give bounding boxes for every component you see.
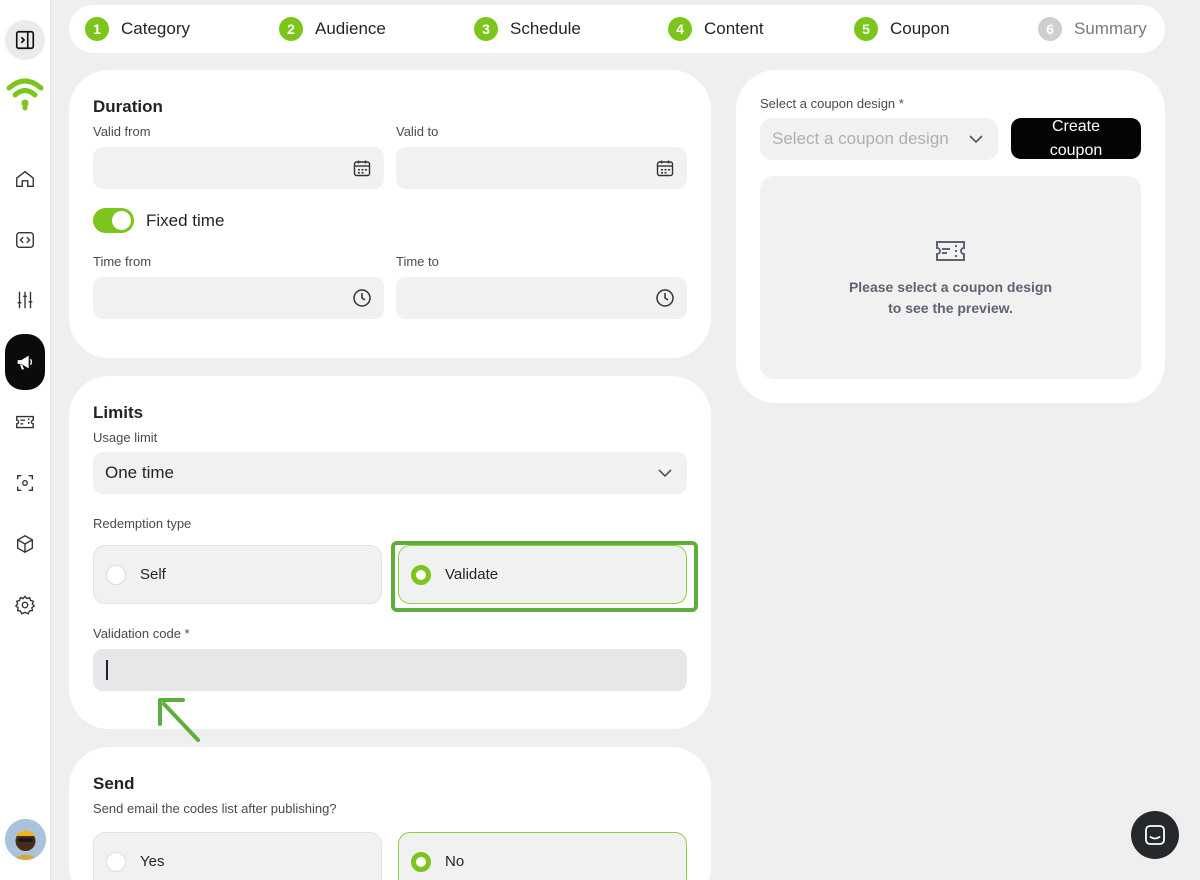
send-option-yes[interactable]: Yes — [93, 832, 382, 880]
step-number: 6 — [1038, 17, 1062, 41]
coupon-design-placeholder: Select a coupon design — [772, 129, 949, 148]
step-label: Summary — [1074, 19, 1147, 38]
time-to-input[interactable] — [396, 277, 687, 319]
coupon-design-select[interactable]: Select a coupon design — [760, 118, 998, 160]
nav-products[interactable] — [5, 524, 45, 564]
step-number: 4 — [668, 17, 692, 41]
radio-unselected[interactable] — [106, 564, 126, 585]
coupon-card: Select a coupon design * Select a coupon… — [736, 70, 1165, 403]
radio-selected[interactable] — [411, 564, 431, 585]
brand-logo[interactable] — [5, 72, 45, 112]
fixed-time-toggle[interactable] — [93, 208, 134, 233]
send-option-label: Yes — [140, 853, 165, 870]
step-audience[interactable]: 2 Audience — [279, 5, 386, 53]
sidebar-toggle-button[interactable] — [5, 20, 45, 60]
step-content[interactable]: 4 Content — [668, 5, 764, 53]
box-icon — [16, 534, 34, 554]
duration-title: Duration — [93, 97, 163, 116]
nav-scan[interactable] — [5, 463, 45, 503]
send-option-no[interactable]: No — [398, 832, 687, 880]
nav-coupons[interactable] — [5, 402, 45, 442]
limits-card: Limits Usage limit One time Redemption t… — [69, 376, 711, 729]
user-avatar[interactable] — [5, 819, 46, 860]
text-caret — [106, 660, 108, 680]
duration-card: Duration Valid from Valid to Fixed time … — [69, 70, 711, 358]
sliders-icon — [17, 291, 33, 309]
sidebar-toggle-icon — [15, 30, 35, 50]
limits-title: Limits — [93, 403, 144, 422]
preview-message-line-2: to see the preview. — [888, 300, 1013, 316]
home-icon — [16, 170, 34, 188]
redemption-option-validate[interactable]: Validate — [398, 545, 687, 604]
step-label: Coupon — [890, 19, 950, 38]
preview-message-line-1: Please select a coupon design — [848, 279, 1053, 295]
redemption-type-label: Redemption type — [93, 516, 192, 531]
arrow-annotation-icon — [158, 698, 200, 742]
step-coupon[interactable]: 5 Coupon — [854, 5, 950, 53]
nav-campaigns[interactable] — [5, 334, 45, 390]
chevron-down-icon — [969, 135, 983, 144]
chat-icon — [1145, 825, 1165, 845]
step-schedule[interactable]: 3 Schedule — [474, 5, 581, 53]
nav-settings[interactable] — [5, 585, 45, 625]
scan-icon — [16, 474, 34, 492]
code-icon — [16, 231, 34, 249]
nav-home[interactable] — [5, 159, 45, 199]
time-to-label: Time to — [396, 254, 439, 269]
redemption-option-label: Self — [140, 566, 166, 583]
usage-limit-label: Usage limit — [93, 430, 158, 445]
redemption-option-label: Validate — [445, 566, 499, 583]
validation-code-input[interactable] — [93, 649, 687, 691]
avatar-icon — [5, 819, 46, 860]
redemption-option-self[interactable]: Self — [93, 545, 382, 604]
calendar-icon[interactable] — [352, 158, 372, 178]
send-question: Send email the codes list after publishi… — [93, 801, 337, 816]
clock-icon[interactable] — [655, 288, 675, 308]
step-category[interactable]: 1 Category — [85, 5, 190, 53]
calendar-icon[interactable] — [655, 158, 675, 178]
ticket-icon — [16, 415, 34, 429]
step-number: 3 — [474, 17, 498, 41]
step-number: 5 — [854, 17, 878, 41]
step-label: Content — [704, 19, 764, 38]
valid-to-input[interactable] — [396, 147, 687, 189]
valid-from-input[interactable] — [93, 147, 384, 189]
valid-from-label: Valid from — [93, 124, 151, 139]
coupon-preview: Please select a coupon design to see the… — [760, 176, 1141, 379]
step-label: Category — [121, 19, 190, 38]
radio-unselected[interactable] — [106, 851, 126, 872]
sidebar — [0, 0, 51, 880]
gear-icon — [14, 595, 36, 615]
radio-selected[interactable] — [411, 851, 431, 872]
time-from-input[interactable] — [93, 277, 384, 319]
create-coupon-button[interactable]: Create coupon — [1011, 118, 1141, 159]
chat-support-button[interactable] — [1131, 811, 1179, 859]
usage-limit-value: One time — [105, 463, 174, 482]
step-label: Audience — [315, 19, 386, 38]
nav-settings-sliders[interactable] — [5, 280, 45, 320]
fixed-time-label: Fixed time — [146, 211, 225, 230]
valid-to-label: Valid to — [396, 124, 439, 139]
wifi-logo-icon — [6, 78, 44, 111]
time-from-label: Time from — [93, 254, 152, 269]
validation-code-label: Validation code * — [93, 626, 190, 641]
send-card: Send Send email the codes list after pub… — [69, 747, 711, 880]
send-title: Send — [93, 774, 135, 793]
megaphone-icon — [17, 355, 33, 370]
clock-icon[interactable] — [352, 288, 372, 308]
send-option-label: No — [445, 853, 465, 870]
step-progress-bar: 1 Category 2 Audience 3 Schedule 4 Conte… — [69, 5, 1165, 53]
usage-limit-select[interactable]: One time — [93, 452, 687, 494]
step-number: 2 — [279, 17, 303, 41]
coupon-design-label: Select a coupon design * — [760, 96, 904, 111]
step-summary[interactable]: 6 Summary — [1038, 5, 1147, 53]
ticket-icon — [936, 241, 965, 261]
chevron-down-icon — [658, 469, 672, 478]
nav-code[interactable] — [5, 220, 45, 260]
step-label: Schedule — [510, 19, 581, 38]
step-number: 1 — [85, 17, 109, 41]
